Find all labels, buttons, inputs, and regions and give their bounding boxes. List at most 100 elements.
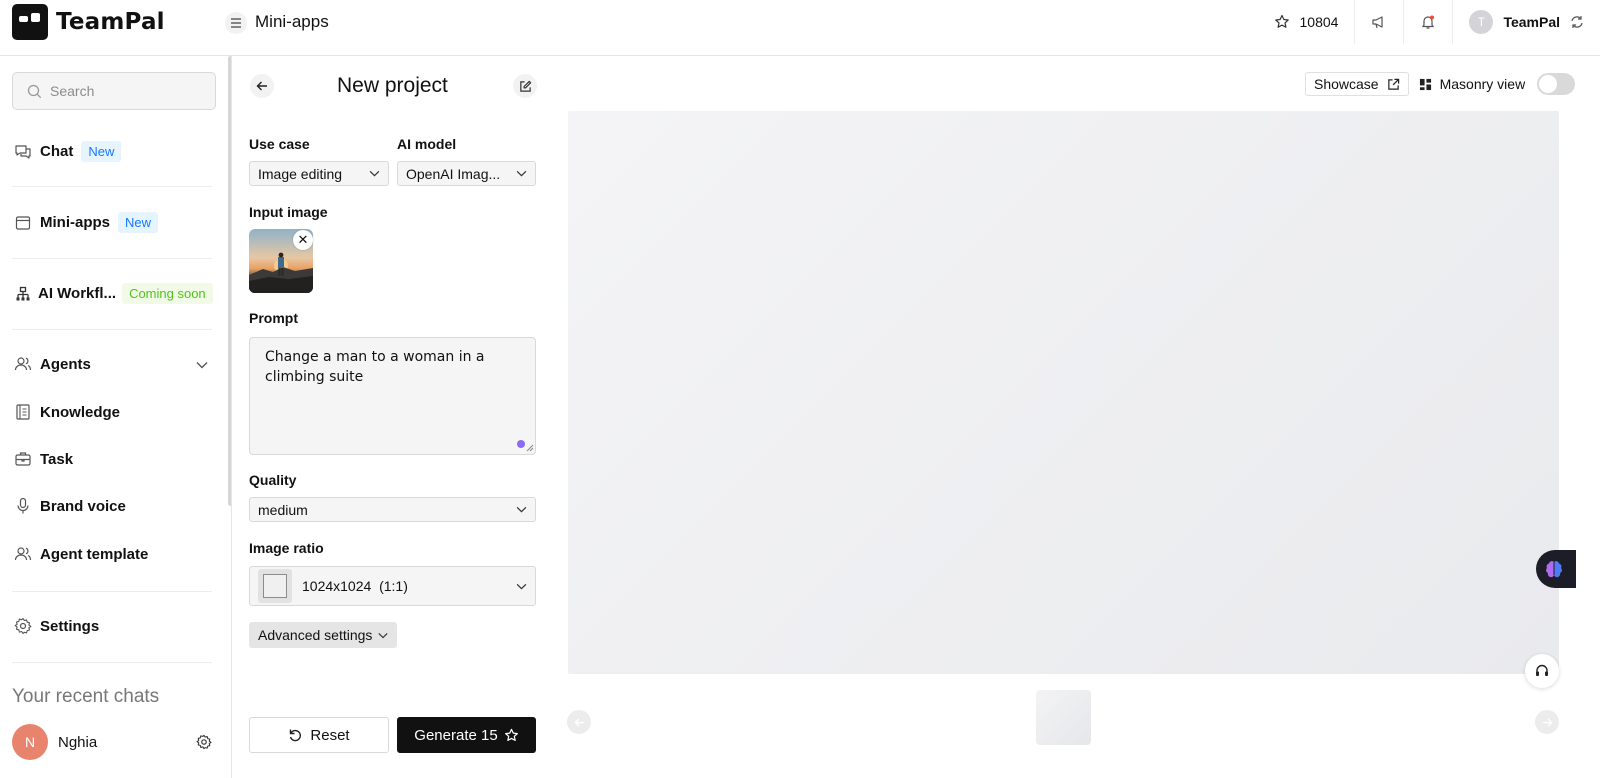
resize-handle-icon[interactable] — [526, 444, 534, 452]
app-name: TeamPal — [56, 9, 165, 35]
sidebar-item-label: Agents — [40, 355, 91, 373]
user-name: Nghia — [58, 733, 98, 751]
search-input[interactable]: Search — [12, 72, 216, 110]
briefcase-icon — [14, 450, 32, 468]
sidebar-item-label: Task — [40, 450, 74, 468]
result-thumbnail-placeholder[interactable] — [1036, 690, 1091, 745]
masonry-view-label: Masonry view — [1439, 76, 1526, 92]
sidebar-item-label: Mini-apps — [40, 214, 110, 231]
recent-chats-heading: Your recent chats — [12, 686, 160, 707]
edit-title-button[interactable] — [513, 74, 537, 98]
use-case-select[interactable]: Image editing — [249, 161, 389, 186]
chat-icon — [14, 143, 32, 161]
page-title: Mini-apps — [255, 12, 329, 31]
coming-soon-badge: Coming soon — [122, 283, 213, 304]
chevron-down-icon[interactable] — [196, 361, 208, 369]
chevron-down-icon — [369, 170, 380, 177]
back-button[interactable] — [250, 74, 274, 98]
project-title: New project — [337, 74, 448, 97]
sidebar-item-ai-workflow[interactable]: AI Workfl... Coming soon — [14, 283, 213, 304]
chevron-down-icon — [516, 506, 527, 513]
sidebar-item-label: Knowledge — [40, 403, 121, 421]
advanced-settings-button[interactable]: Advanced settings — [249, 622, 398, 648]
input-image-label: Input image — [249, 204, 328, 220]
users-icon — [14, 355, 32, 373]
star-icon — [1274, 14, 1289, 28]
sidebar-item-agents[interactable]: Agents — [14, 355, 91, 373]
support-button[interactable] — [1525, 654, 1559, 688]
search-icon — [27, 84, 42, 98]
stars-count: 10804 — [1299, 14, 1339, 30]
showcase-label: Showcase — [1314, 76, 1379, 92]
ai-model-value: OpenAI Imag... — [406, 165, 501, 182]
chevron-down-icon — [516, 170, 527, 177]
stars-counter[interactable]: 10804 — [1258, 0, 1355, 44]
sidebar-item-brand-voice[interactable]: Brand voice — [14, 497, 126, 515]
sidebar-item-label: Settings — [40, 617, 100, 635]
app-logo[interactable]: TeamPal — [12, 4, 165, 40]
bell-icon — [1422, 15, 1435, 29]
ai-assistant-button[interactable] — [1536, 550, 1576, 588]
preview-toolbar: Showcase Masonry view — [1305, 72, 1576, 96]
brain-icon — [1546, 561, 1562, 578]
sidebar-item-label: Chat — [40, 143, 74, 160]
edit-icon — [519, 80, 531, 92]
sidebar-divider — [12, 186, 212, 187]
book-icon — [14, 403, 32, 421]
megaphone-icon — [1372, 16, 1384, 29]
assistant-dot-icon — [517, 440, 525, 448]
workspace-avatar: T — [1469, 10, 1494, 34]
sidebar-scrollbar[interactable] — [228, 56, 231, 506]
notifications-button[interactable] — [1403, 0, 1452, 44]
sidebar-item-knowledge[interactable]: Knowledge — [14, 403, 120, 421]
masonry-view-toggle[interactable] — [1537, 73, 1576, 95]
quality-select[interactable]: medium — [249, 497, 536, 522]
microphone-icon — [14, 497, 32, 515]
next-image-button[interactable] — [1535, 710, 1559, 734]
use-case-label: Use case — [249, 136, 310, 152]
ai-model-select[interactable]: OpenAI Imag... — [397, 161, 536, 186]
arrow-left-icon — [573, 717, 584, 727]
gear-icon — [14, 617, 32, 635]
sidebar-divider — [12, 258, 212, 259]
previous-image-button[interactable] — [567, 710, 591, 734]
sidebar-item-task[interactable]: Task — [14, 450, 73, 468]
avatar: N — [12, 724, 48, 760]
arrow-right-icon — [1542, 717, 1553, 727]
reset-button[interactable]: Reset — [249, 717, 389, 753]
sidebar-item-settings[interactable]: Settings — [14, 617, 99, 635]
reset-label: Reset — [310, 726, 350, 744]
image-ratio-select[interactable]: 1024x1024 (1:1) — [249, 566, 536, 606]
window-icon — [14, 214, 32, 232]
top-bar: TeamPal Mini-apps 10804 T TeamPal — [0, 0, 1600, 56]
close-icon: ✕ — [297, 232, 309, 247]
new-badge: New — [81, 141, 122, 162]
arrow-left-icon — [256, 81, 267, 91]
sidebar-divider — [12, 329, 212, 330]
sidebar-divider — [12, 591, 212, 592]
sidebar-item-label: Agent template — [40, 545, 149, 563]
sidebar-item-mini-apps[interactable]: Mini-apps New — [14, 212, 159, 233]
announcements-button[interactable] — [1354, 0, 1403, 44]
advanced-settings-label: Advanced settings — [258, 627, 373, 643]
project-form-panel: New project Use case AI model Image edit… — [233, 56, 553, 778]
prompt-textarea[interactable]: Change a man to a woman in a climbing su… — [249, 337, 536, 455]
workspace-switcher[interactable]: T TeamPal — [1452, 0, 1600, 44]
square-ratio-icon — [258, 569, 292, 603]
sidebar-item-chat[interactable]: Chat New — [14, 141, 122, 162]
new-badge: New — [118, 212, 159, 233]
sidebar: Search Chat New Mini-apps New AI Workfl.… — [0, 56, 232, 778]
generate-label: Generate 15 — [414, 726, 498, 744]
masonry-grid-icon — [1419, 78, 1431, 90]
user-profile[interactable]: N Nghia — [0, 706, 228, 778]
hamburger-menu-button[interactable] — [225, 12, 247, 34]
image-ratio-label: Image ratio — [249, 540, 324, 556]
showcase-button[interactable]: Showcase — [1305, 72, 1409, 96]
generate-button[interactable]: Generate 15 — [397, 717, 536, 753]
chevron-down-icon — [516, 583, 527, 590]
gear-icon[interactable] — [196, 734, 212, 750]
workflow-icon — [14, 285, 32, 303]
sidebar-item-agent-template[interactable]: Agent template — [14, 545, 148, 563]
users-icon — [14, 545, 32, 563]
remove-image-button[interactable]: ✕ — [293, 230, 313, 250]
